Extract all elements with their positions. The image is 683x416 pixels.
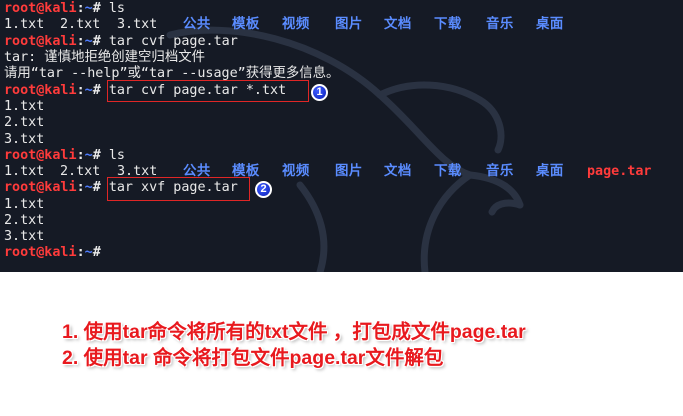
prompt-symbol: # <box>92 34 101 49</box>
file-entry: 1.txt <box>4 164 45 179</box>
prompt-separator: : <box>76 83 85 98</box>
prompt-symbol: # <box>92 1 101 16</box>
archive-output-line: 1.txt <box>4 99 45 114</box>
directory-entry: 视频 <box>282 164 310 179</box>
annotation-note-1: 1. 使用tar命令将所有的txt文件 ，打包成文件page.tar <box>62 321 526 343</box>
prompt-path: ~ <box>84 148 93 163</box>
directory-entry: 音乐 <box>486 164 514 179</box>
prompt-symbol: # <box>92 148 101 163</box>
error-message: tar: 谨慎地拒绝创建空归档文件 <box>4 50 205 65</box>
extract-output-line: 3.txt <box>4 229 45 244</box>
directory-entry: 图片 <box>335 17 363 32</box>
prompt-separator: : <box>76 148 85 163</box>
prompt-separator: : <box>76 180 85 195</box>
terminal-window[interactable]: root@kali:~# ls 1.txt 2.txt 3.txt 公共 模板 … <box>0 0 683 272</box>
highlight-box-create-archive <box>107 80 309 102</box>
command-text: tar cvf page.tar <box>108 34 238 49</box>
directory-entry: 视频 <box>282 17 310 32</box>
prompt-user-host: root@kali <box>4 245 77 260</box>
prompt-user-host: root@kali <box>4 180 77 195</box>
ls-output-row: 1.txt 2.txt 3.txt 公共 模板 视频 图片 文档 下载 音乐 桌… <box>4 17 674 33</box>
prompt-path: ~ <box>84 1 93 16</box>
prompt-user-host: root@kali <box>4 1 77 16</box>
directory-entry: 公共 <box>183 17 211 32</box>
annotation-note-2: 2. 使用tar 命令将打包文件page.tar文件解包 <box>62 347 444 369</box>
ls-output-row: 1.txt 2.txt 3.txt 公共 模板 视频 图片 文档 下载 音乐 桌… <box>4 164 674 180</box>
directory-entry: 文档 <box>384 17 412 32</box>
step-marker-1: 1 <box>311 84 328 101</box>
directory-entry: 图片 <box>335 164 363 179</box>
prompt-user-host: root@kali <box>4 34 77 49</box>
prompt-path: ~ <box>84 83 93 98</box>
prompt-separator: : <box>76 34 85 49</box>
file-entry: 2.txt <box>60 17 101 32</box>
prompt-path: ~ <box>84 245 93 260</box>
step-marker-2: 2 <box>255 181 272 198</box>
prompt-user-host: root@kali <box>4 148 77 163</box>
prompt-separator: : <box>76 1 85 16</box>
prompt-path: ~ <box>84 180 93 195</box>
prompt-line[interactable]: root@kali:~# <box>4 245 101 261</box>
prompt-user-host: root@kali <box>4 83 77 98</box>
command-text: ls <box>108 1 125 16</box>
prompt-path: ~ <box>84 34 93 49</box>
extract-output-line: 1.txt <box>4 197 45 212</box>
file-entry: 3.txt <box>117 17 158 32</box>
directory-entry: 桌面 <box>536 164 564 179</box>
prompt-symbol: # <box>92 245 101 260</box>
archive-output-line: 3.txt <box>4 132 45 147</box>
extract-output-line: 2.txt <box>4 213 45 228</box>
archive-output-line: 2.txt <box>4 115 45 130</box>
file-entry: 2.txt <box>60 164 101 179</box>
file-entry: 1.txt <box>4 17 45 32</box>
prompt-separator: : <box>76 245 85 260</box>
command-text: ls <box>108 148 125 163</box>
directory-entry: 文档 <box>384 164 412 179</box>
prompt-line: root@kali:~# tar cvf page.tar <box>4 34 238 50</box>
prompt-symbol: # <box>92 180 101 195</box>
prompt-symbol: # <box>92 83 101 98</box>
directory-entry: 下载 <box>434 164 462 179</box>
directory-entry: 下载 <box>434 17 462 32</box>
highlight-box-extract-archive <box>107 177 250 201</box>
directory-entry: 音乐 <box>486 17 514 32</box>
prompt-line: root@kali:~# ls <box>4 148 125 164</box>
archive-file-entry: page.tar <box>587 164 652 179</box>
directory-entry: 桌面 <box>536 17 564 32</box>
directory-entry: 模板 <box>232 17 260 32</box>
prompt-line: root@kali:~# ls <box>4 1 125 17</box>
